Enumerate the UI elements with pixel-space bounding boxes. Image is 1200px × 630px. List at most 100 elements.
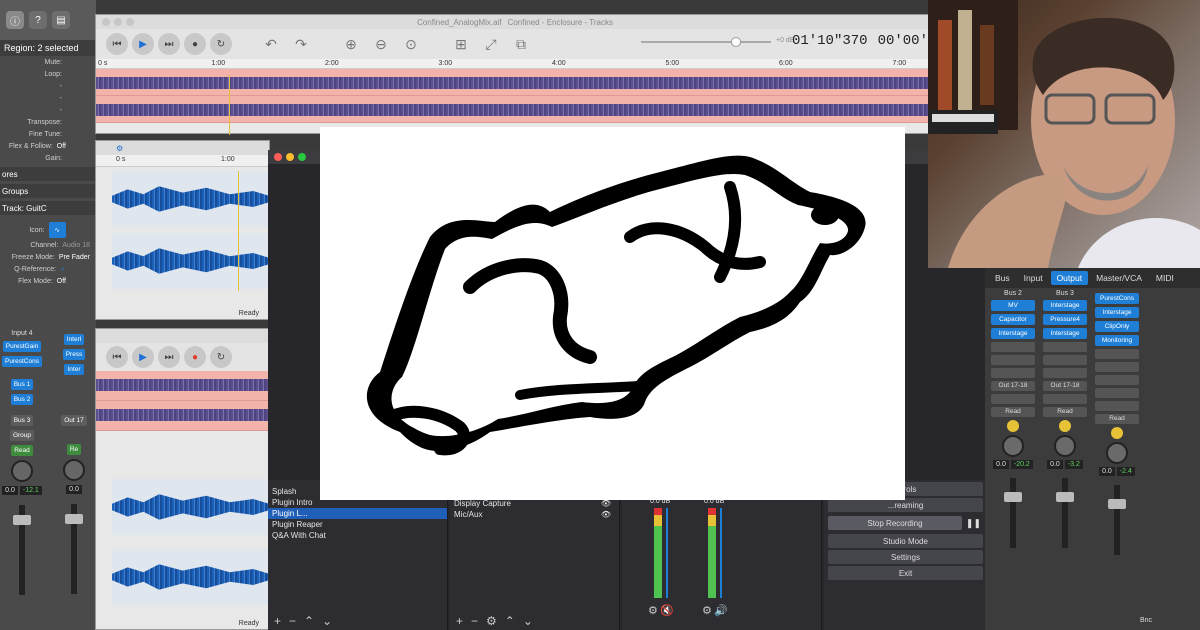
mixer-tab[interactable]: MIDI xyxy=(1150,271,1180,285)
scene-item[interactable]: Plugin L... xyxy=(268,508,447,519)
mixer-tab[interactable]: Output xyxy=(1050,271,1089,285)
strip-input[interactable]: Input 4 xyxy=(11,330,32,337)
output-slot[interactable]: Out 17 xyxy=(61,415,87,426)
rewind-icon[interactable]: ⏮ xyxy=(106,346,128,368)
source-item[interactable]: Mic/Aux 👁 xyxy=(450,509,619,520)
fader-cap[interactable] xyxy=(1056,492,1074,502)
pan-knob[interactable] xyxy=(63,459,85,481)
close-button[interactable] xyxy=(102,18,110,26)
gear-icon[interactable]: ⚙ xyxy=(648,604,658,617)
empty-slot[interactable] xyxy=(991,355,1035,365)
remove-icon[interactable]: − xyxy=(471,614,478,628)
studio-mode-button[interactable]: Studio Mode xyxy=(828,534,983,548)
plugin-slot[interactable]: Pressure4 xyxy=(1043,314,1087,325)
param-value[interactable]: Off xyxy=(57,143,66,150)
region-header[interactable]: Region: 2 selected xyxy=(0,40,96,56)
automation-mode[interactable]: Re xyxy=(66,444,82,455)
window-icon[interactable]: ▤ xyxy=(52,11,70,29)
plugin-slot[interactable]: Capacitor xyxy=(991,314,1035,325)
info-icon[interactable]: ⓘ xyxy=(6,11,24,29)
zoom-in-icon[interactable]: ⊕ xyxy=(340,33,362,55)
empty-slot[interactable] xyxy=(1043,342,1087,352)
output-slot[interactable] xyxy=(1095,388,1139,398)
playhead[interactable] xyxy=(238,171,239,291)
fader-cap[interactable] xyxy=(65,514,83,524)
flex-icon[interactable]: ⤢ xyxy=(480,33,502,55)
stop-recording-button[interactable]: Stop Recording xyxy=(828,516,962,530)
pan-knob[interactable] xyxy=(1054,435,1076,457)
empty-slot[interactable] xyxy=(991,368,1035,378)
pan-knob[interactable] xyxy=(1002,435,1024,457)
zoom-button[interactable] xyxy=(126,18,134,26)
gear-icon[interactable]: ⚙ xyxy=(702,604,712,617)
send-slot[interactable]: Bus 1 xyxy=(10,379,34,390)
timeline-ruler[interactable]: 0 s 1:00 xyxy=(96,155,269,167)
group-slot[interactable]: Group xyxy=(9,430,35,441)
track-header[interactable]: Track: GuitC xyxy=(0,201,96,215)
send-knob[interactable] xyxy=(1007,420,1019,432)
plugin-slot[interactable]: MV xyxy=(991,300,1035,311)
forward-icon[interactable]: ⏭ xyxy=(158,33,180,55)
bounce-label[interactable]: Bnc xyxy=(1140,617,1152,624)
rewind-icon[interactable]: ⏮ xyxy=(106,33,128,55)
fader-cap[interactable] xyxy=(1004,492,1022,502)
qref-checkbox[interactable]: ✓ xyxy=(60,265,66,273)
move-down-icon[interactable]: ⌄ xyxy=(322,614,332,628)
play-icon[interactable]: ▶ xyxy=(132,33,154,55)
channel-name[interactable]: Bus 3 xyxy=(1056,290,1074,297)
plugin-slot[interactable]: Interstage xyxy=(991,328,1035,339)
plugin-slot[interactable]: Inter xyxy=(64,364,84,375)
eye-icon[interactable]: 👁 xyxy=(601,509,611,520)
redo-icon[interactable]: ↷ xyxy=(290,33,312,55)
output-slot[interactable]: Out 17-18 xyxy=(991,381,1035,391)
flex-value[interactable]: Off xyxy=(57,278,66,285)
pause-icon[interactable]: ❚❚ xyxy=(966,518,981,529)
mixer-tab[interactable]: Input xyxy=(1018,271,1049,285)
empty-slot[interactable] xyxy=(1043,368,1087,378)
forward-icon[interactable]: ⏭ xyxy=(158,346,180,368)
playhead[interactable] xyxy=(229,75,230,135)
minimize-button[interactable] xyxy=(114,18,122,26)
plugin-slot[interactable]: Interstage xyxy=(1043,300,1087,311)
scene-item[interactable]: Plugin Reaper xyxy=(268,519,447,530)
pan-knob[interactable] xyxy=(1106,442,1128,464)
send-slot[interactable]: Bus 2 xyxy=(10,394,34,405)
move-up-icon[interactable]: ⌃ xyxy=(304,614,314,628)
section-groups[interactable]: Groups xyxy=(0,184,96,198)
record-icon[interactable]: ● xyxy=(184,33,206,55)
loop-icon[interactable]: ↻ xyxy=(210,33,232,55)
section-more[interactable]: ores xyxy=(0,167,96,181)
move-down-icon[interactable]: ⌄ xyxy=(523,614,533,628)
move-up-icon[interactable]: ⌃ xyxy=(505,614,515,628)
empty-slot[interactable] xyxy=(991,342,1035,352)
empty-slot[interactable] xyxy=(1095,349,1139,359)
volume-fader[interactable] xyxy=(1004,478,1022,548)
automation-mode[interactable]: Read xyxy=(1095,414,1139,424)
volume-slider[interactable] xyxy=(720,508,722,598)
settings-icon[interactable]: ⚙ xyxy=(486,614,497,628)
automation-mode[interactable]: Read xyxy=(11,445,33,456)
automation-mode[interactable]: Read xyxy=(1043,407,1087,417)
fader-cap[interactable] xyxy=(1108,499,1126,509)
volume-slider[interactable] xyxy=(641,37,771,47)
waveform-icon[interactable]: ∿ xyxy=(48,222,66,238)
zoom-button[interactable] xyxy=(298,153,306,161)
track-lane[interactable] xyxy=(96,401,269,431)
send-knob[interactable] xyxy=(1111,427,1123,439)
audio-lane[interactable] xyxy=(112,233,269,289)
slider-knob[interactable] xyxy=(731,37,741,47)
add-icon[interactable]: + xyxy=(274,614,281,628)
minimize-button[interactable] xyxy=(286,153,294,161)
undo-icon[interactable]: ↶ xyxy=(260,33,282,55)
plugin-slot[interactable]: Interl xyxy=(63,334,85,345)
scene-item[interactable]: Q&A With Chat xyxy=(268,530,447,541)
empty-slot[interactable] xyxy=(1043,355,1087,365)
plugin-slot[interactable]: PurestCons xyxy=(1095,293,1139,304)
volume-fader[interactable] xyxy=(13,505,31,595)
audio-lane[interactable] xyxy=(112,479,269,535)
mixer-tab[interactable]: Master/VCA xyxy=(1090,271,1148,285)
settings-button[interactable]: Settings xyxy=(828,550,983,564)
group-slot[interactable] xyxy=(991,394,1035,404)
audio-lane[interactable] xyxy=(112,549,269,605)
output-slot[interactable]: Out 17-18 xyxy=(1043,381,1087,391)
